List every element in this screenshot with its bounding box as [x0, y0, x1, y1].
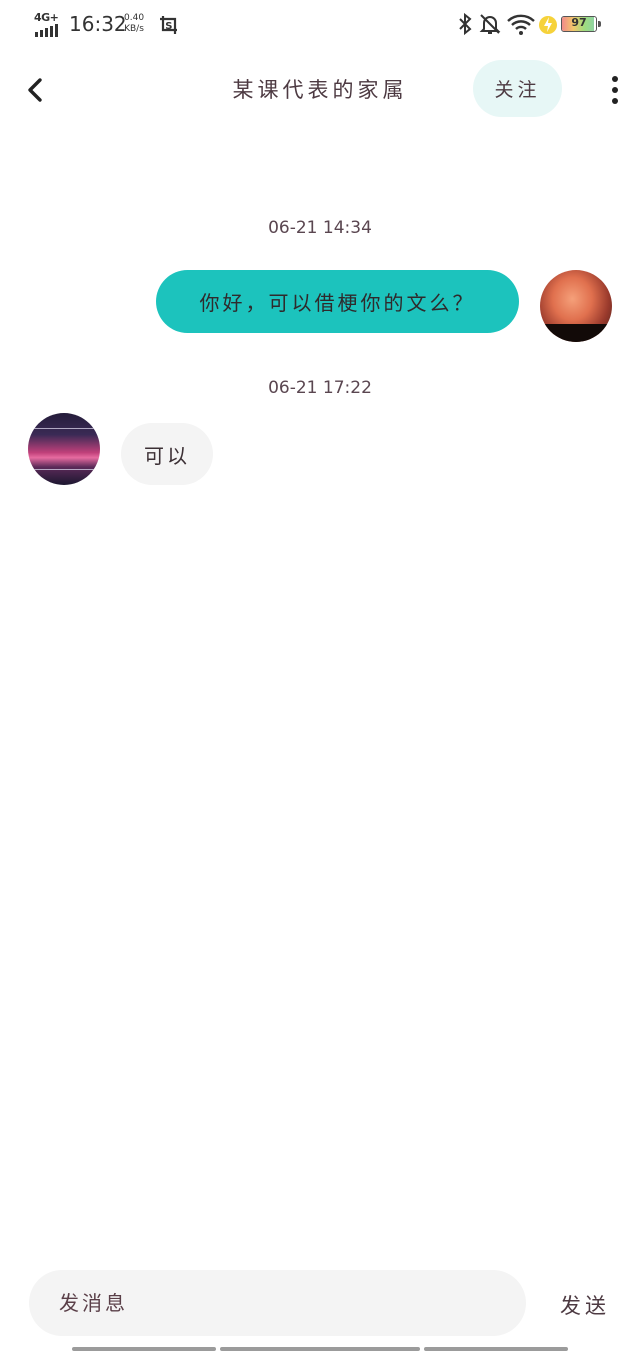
gesture-bar-left [72, 1347, 216, 1351]
gesture-bar-right [424, 1347, 568, 1351]
cellular-signal-icon: 4G+ [34, 11, 64, 37]
message-timestamp: 06-21 17:22 [268, 378, 372, 398]
speed-value: 0.40 [124, 13, 145, 23]
message-composer: 发送 [0, 1268, 640, 1338]
bell-off-icon [479, 14, 501, 34]
contact-avatar[interactable] [28, 413, 100, 485]
back-button[interactable] [16, 70, 56, 110]
my-avatar[interactable] [540, 270, 612, 342]
status-bar: 4G+ 16:32 0.40 KB/s S 97 [0, 0, 640, 50]
screenshot-icon: S [160, 16, 177, 34]
message-input[interactable] [29, 1270, 526, 1336]
wifi-icon [507, 14, 535, 35]
clock: 16:32 [69, 12, 127, 36]
speed-unit: KB/s [124, 24, 144, 34]
battery-level: 97 [571, 16, 587, 29]
chat-header: 某课代表的家属 关注 [0, 56, 640, 122]
network-type: 4G+ [34, 11, 59, 24]
svg-text:S: S [165, 21, 172, 32]
charging-icon [539, 16, 557, 34]
more-options-button[interactable] [600, 70, 630, 110]
battery-icon: 97 [561, 16, 597, 32]
outgoing-message[interactable]: 你好，可以借梗你的文么？ [156, 270, 519, 333]
chat-screen: 4G+ 16:32 0.40 KB/s S 97 某课代表的家属 关注 06-2… [0, 0, 640, 1351]
follow-button[interactable]: 关注 [473, 60, 562, 117]
message-timestamp: 06-21 14:34 [268, 218, 372, 238]
send-button[interactable]: 发送 [550, 1285, 620, 1325]
network-speed: 0.40 KB/s [124, 13, 144, 35]
gesture-bar-center [220, 1347, 420, 1351]
bluetooth-icon [459, 12, 472, 36]
page-title: 某课代表的家属 [232, 78, 408, 102]
chevron-left-icon [28, 78, 42, 102]
incoming-message[interactable]: 可以 [121, 423, 213, 485]
